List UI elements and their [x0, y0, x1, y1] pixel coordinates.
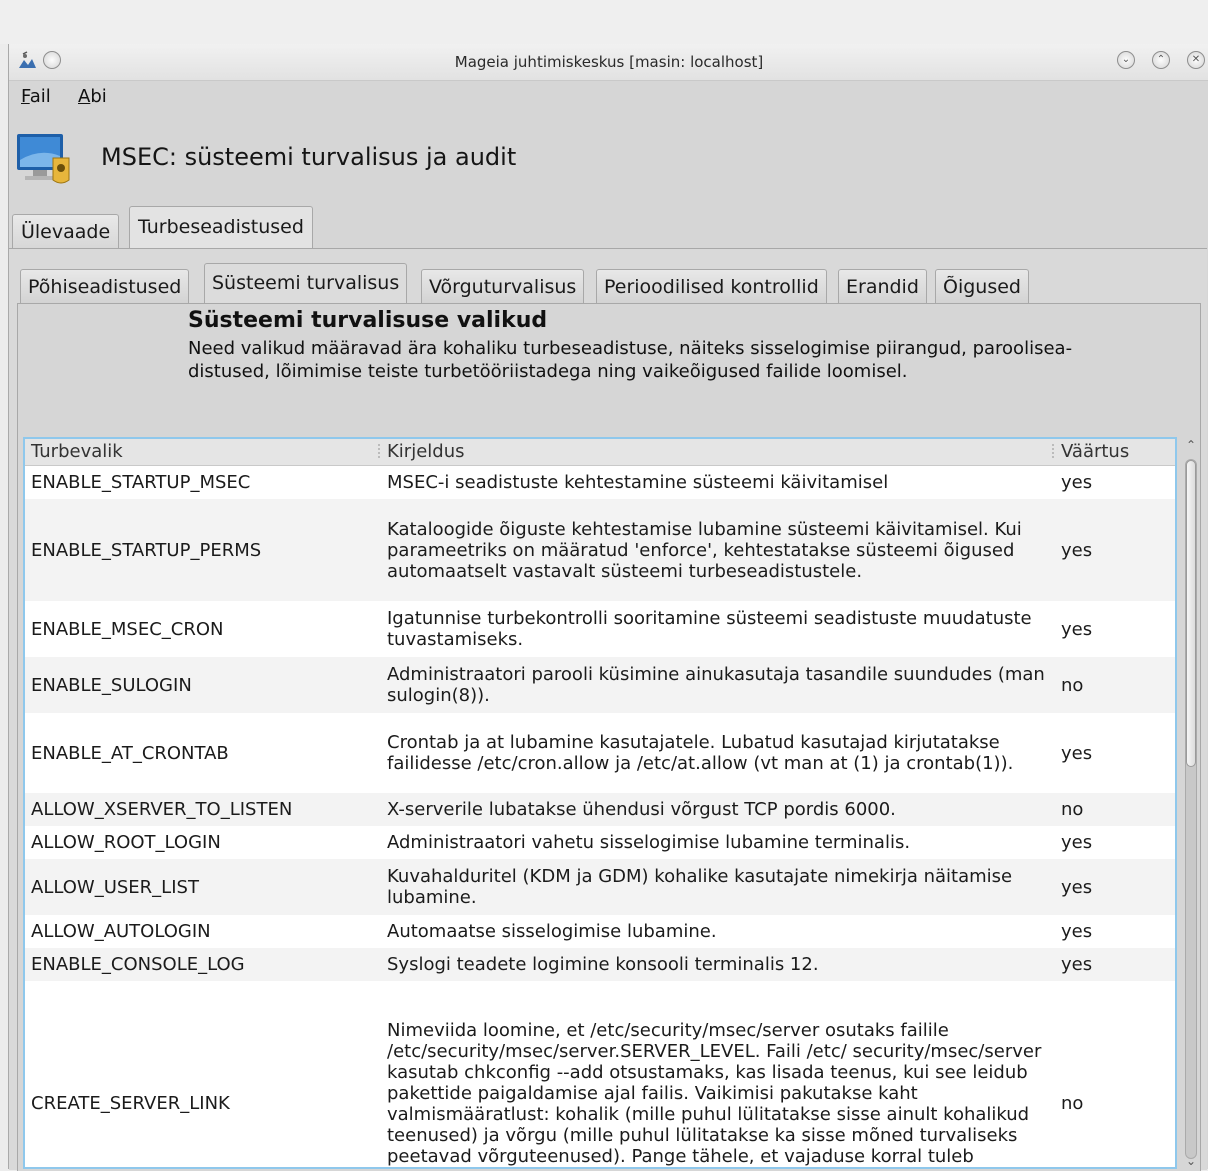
table-row[interactable]: ALLOW_AUTOLOGIN Automaatse sisselogimise …: [25, 915, 1175, 948]
menubar: Fail Abi: [9, 81, 1208, 113]
app-header: MSEC: süsteemi turvalisus ja audit: [9, 120, 1208, 200]
value-cell: no: [1061, 1093, 1084, 1114]
menu-help-rest: bi: [90, 86, 107, 107]
description-cell: Automaatse sisselogimise lubamine.: [387, 921, 717, 942]
column-separator[interactable]: [378, 444, 380, 460]
app-title: MSEC: süsteemi turvalisus ja audit: [101, 143, 517, 171]
section-description: Need valikud määravad ära kohaliku turbe…: [188, 338, 1073, 382]
value-cell: yes: [1061, 954, 1093, 975]
menu-file-rest: ail: [29, 86, 51, 107]
security-options-table[interactable]: Turbevalik Kirjeldus Väärtus ENABLE_STAR…: [23, 437, 1177, 1169]
value-cell: no: [1061, 674, 1084, 696]
tab-overview[interactable]: Ülevaade: [12, 214, 120, 248]
close-icon: ✕: [1191, 54, 1201, 65]
main-window: Mageia juhtimiskeskus [masin: localhost]…: [8, 44, 1208, 1171]
menu-file[interactable]: Fail: [21, 86, 51, 107]
scrollbar-track[interactable]: [1185, 459, 1197, 1159]
screen-top-strip: [0, 0, 1208, 44]
maximize-button[interactable]: ⌃: [1152, 51, 1170, 69]
minimize-button[interactable]: ⌄: [1117, 51, 1135, 69]
table-row[interactable]: ENABLE_CONSOLE_LOG Syslogi teadete logimi…: [25, 948, 1175, 981]
value-cell: yes: [1061, 742, 1093, 764]
option-cell: ALLOW_XSERVER_TO_LISTEN: [31, 799, 293, 820]
security-settings-panel: Põhiseadistused Süsteemi turvalisus Võrg…: [9, 248, 1207, 1171]
value-cell: yes: [1061, 618, 1093, 640]
inner-tab-bar: Põhiseadistused Süsteemi turvalisus Võrg…: [17, 263, 1197, 303]
close-button[interactable]: ✕: [1187, 51, 1205, 69]
table-row[interactable]: ALLOW_USER_LIST Kuvahalduritel (KDM ja GD…: [25, 859, 1175, 915]
table-row[interactable]: ENABLE_SULOGIN Administraatori parooli kü…: [25, 657, 1175, 713]
value-cell: yes: [1061, 921, 1093, 942]
option-cell: ENABLE_MSEC_CRON: [31, 618, 224, 640]
description-cell: Crontab ja at lubamine kasutajatele. Lub…: [387, 732, 1014, 774]
option-cell: CREATE_SERVER_LINK: [31, 1093, 230, 1114]
table-row[interactable]: ALLOW_XSERVER_TO_LISTEN X-serverile lubat…: [25, 793, 1175, 826]
scroll-up-arrow[interactable]: ⌃: [1182, 437, 1200, 453]
tab-periodic-checks[interactable]: Perioodilised kontrollid: [596, 269, 827, 303]
tab-system-security[interactable]: Süsteemi turvalisus: [204, 263, 408, 303]
description-cell: MSEC-i seadistuste kehtestamine süsteemi…: [387, 472, 889, 493]
table-row[interactable]: ENABLE_STARTUP_MSEC MSEC-i seadistuste ke…: [25, 466, 1175, 499]
column-header-option[interactable]: Turbevalik: [31, 441, 123, 462]
chevron-down-icon: ⌄: [1121, 54, 1131, 65]
value-cell: no: [1061, 799, 1084, 820]
value-cell: yes: [1061, 539, 1093, 561]
tab-permissions[interactable]: Õigused: [935, 269, 1029, 303]
value-cell: yes: [1061, 832, 1093, 853]
security-monitor-icon: [17, 134, 70, 184]
table-row[interactable]: ALLOW_ROOT_LOGIN Administraatori vahetu s…: [25, 826, 1175, 859]
value-cell: yes: [1061, 876, 1093, 898]
option-cell: ALLOW_USER_LIST: [31, 876, 199, 898]
option-cell: ENABLE_AT_CRONTAB: [31, 742, 229, 764]
description-cell: Nimeviida loomine, et /etc/security/msec…: [387, 1019, 1042, 1168]
table-body: ENABLE_STARTUP_MSEC MSEC-i seadistuste ke…: [25, 466, 1175, 1168]
table-header: Turbevalik Kirjeldus Väärtus: [25, 439, 1175, 466]
window-title: Mageia juhtimiskeskus [masin: localhost]: [454, 53, 764, 71]
chevron-up-icon: ⌃: [1156, 54, 1166, 65]
window-titlebar[interactable]: Mageia juhtimiskeskus [masin: localhost]…: [9, 44, 1208, 81]
column-separator[interactable]: [1052, 444, 1054, 460]
tab-exceptions[interactable]: Erandid: [838, 269, 927, 303]
table-row[interactable]: ENABLE_AT_CRONTAB Crontab ja at lubamine …: [25, 713, 1175, 793]
table-row[interactable]: ENABLE_STARTUP_PERMS Kataloogide õiguste …: [25, 499, 1175, 601]
description-cell: Kuvahalduritel (KDM ja GDM) kohalike kas…: [387, 866, 1013, 908]
description-cell: X-serverile lubatakse ühendusi võrgust T…: [387, 799, 896, 820]
description-cell: Administraatori vahetu sisselogimise lub…: [387, 832, 911, 853]
option-cell: ALLOW_AUTOLOGIN: [31, 921, 211, 942]
option-cell: ENABLE_CONSOLE_LOG: [31, 954, 245, 975]
option-cell: ALLOW_ROOT_LOGIN: [31, 832, 221, 853]
tab-network-security[interactable]: Võrguturvalisus: [421, 269, 585, 303]
menu-help[interactable]: Abi: [78, 86, 107, 107]
scrollbar-thumb[interactable]: [1186, 460, 1196, 767]
column-header-value[interactable]: Väärtus: [1061, 441, 1129, 462]
table-row[interactable]: ENABLE_MSEC_CRON Igatunnise turbekontroll…: [25, 601, 1175, 657]
description-cell: Administraatori parooli küsimine ainukas…: [387, 664, 1045, 706]
outer-tab-bar: Ülevaade Turbeseadistused: [9, 206, 1208, 248]
table-row[interactable]: CREATE_SERVER_LINK Nimeviida loomine, et …: [25, 981, 1175, 1168]
option-cell: ENABLE_STARTUP_MSEC: [31, 472, 251, 493]
system-security-panel: Süsteemi turvalisuse valikud Need valiku…: [17, 303, 1201, 1171]
vertical-scrollbar[interactable]: ⌃ ⌄: [1182, 437, 1200, 1171]
value-cell: yes: [1061, 472, 1093, 493]
column-header-description[interactable]: Kirjeldus: [387, 441, 465, 462]
description-cell: Igatunnise turbekontrolli sooritamine sü…: [387, 608, 1032, 650]
option-cell: ENABLE_STARTUP_PERMS: [31, 539, 262, 561]
description-cell: Syslogi teadete logimine konsooli termin…: [387, 954, 819, 975]
option-cell: ENABLE_SULOGIN: [31, 674, 192, 696]
tab-basic-settings[interactable]: Põhiseadistused: [20, 269, 190, 303]
scroll-down-arrow[interactable]: ⌄: [1182, 1153, 1200, 1169]
section-title: Süsteemi turvalisuse valikud: [188, 308, 548, 333]
tab-security-settings[interactable]: Turbeseadistused: [129, 206, 313, 248]
description-cell: Kataloogide õiguste kehtestamise lubamin…: [387, 518, 1022, 582]
